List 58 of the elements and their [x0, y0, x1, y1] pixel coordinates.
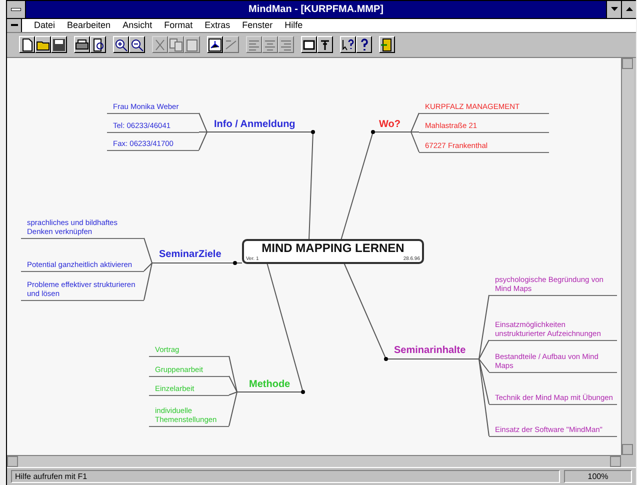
scissors-icon	[153, 38, 167, 52]
toolbar-button[interactable]	[113, 36, 129, 54]
zoom-out-icon	[130, 38, 144, 52]
maximize-button[interactable]	[621, 1, 636, 18]
toolbar-button[interactable]	[356, 36, 372, 54]
menu-item[interactable]: Extras	[204, 20, 230, 30]
status-message: Hilfe aufrufen mit F1	[11, 470, 560, 484]
lines-icon	[247, 38, 261, 52]
menu-item[interactable]: Ansicht	[122, 20, 152, 30]
lines-icon	[263, 38, 277, 52]
node-dot	[384, 356, 388, 361]
menu-item[interactable]: Format	[164, 20, 193, 30]
up-arrow-icon	[626, 7, 632, 12]
menu-item[interactable]: Fenster	[242, 20, 273, 30]
node-dot	[311, 130, 315, 134]
pin-icon	[318, 38, 332, 52]
toolbar-button[interactable]	[74, 36, 90, 54]
branch-label[interactable]: Wo?	[379, 118, 400, 130]
bar-icon	[10, 24, 18, 26]
toolbar-button[interactable]	[19, 36, 35, 54]
document-menu-button[interactable]	[7, 18, 22, 32]
toolbar-button[interactable]	[207, 36, 223, 54]
frame-icon	[302, 38, 316, 52]
toolbar-button[interactable]	[301, 36, 317, 54]
link-icon	[224, 38, 238, 52]
branch-label[interactable]: Seminarinhalte	[394, 344, 466, 356]
toolbar-button[interactable]	[317, 36, 333, 54]
toolbar-button[interactable]	[340, 36, 356, 54]
toolbar-button[interactable]	[129, 36, 145, 54]
bar-icon	[11, 8, 21, 11]
down-arrow-icon	[610, 7, 618, 12]
toolbar-button[interactable]	[379, 36, 395, 54]
toolbar-button[interactable]	[51, 36, 67, 54]
printer-icon	[75, 38, 89, 52]
node-dot	[233, 260, 237, 265]
branch-label[interactable]: Info / Anmeldung	[214, 118, 296, 130]
page-icon	[20, 38, 34, 52]
minimize-button[interactable]	[606, 1, 621, 18]
door-icon	[380, 38, 394, 52]
branch-label[interactable]: SeminarZiele	[159, 248, 222, 260]
menu-item[interactable]: Datei	[34, 20, 56, 30]
menu-item[interactable]: Bearbeiten	[67, 20, 111, 30]
pages-icon	[169, 38, 183, 52]
window-title: MindMan - [KURPFMA.MMP]	[26, 1, 606, 18]
node-dot	[301, 390, 305, 394]
toolbar-button[interactable]	[35, 36, 51, 54]
vertical-scrollbar[interactable]	[621, 58, 634, 455]
toolbar-button[interactable]	[90, 36, 106, 54]
horizontal-scrollbar[interactable]	[7, 454, 621, 468]
branch-icon	[208, 38, 222, 52]
lines-icon	[279, 38, 293, 52]
zoom-level: 100%	[564, 470, 632, 484]
zoom-in-icon	[114, 38, 128, 52]
help-pointer-icon	[341, 38, 355, 52]
node-dot	[371, 130, 375, 134]
central-topic-title: MIND MAPPING LERNEN	[262, 240, 404, 255]
menu-item[interactable]: Hilfe	[284, 20, 303, 30]
magnifier-icon	[91, 38, 105, 52]
